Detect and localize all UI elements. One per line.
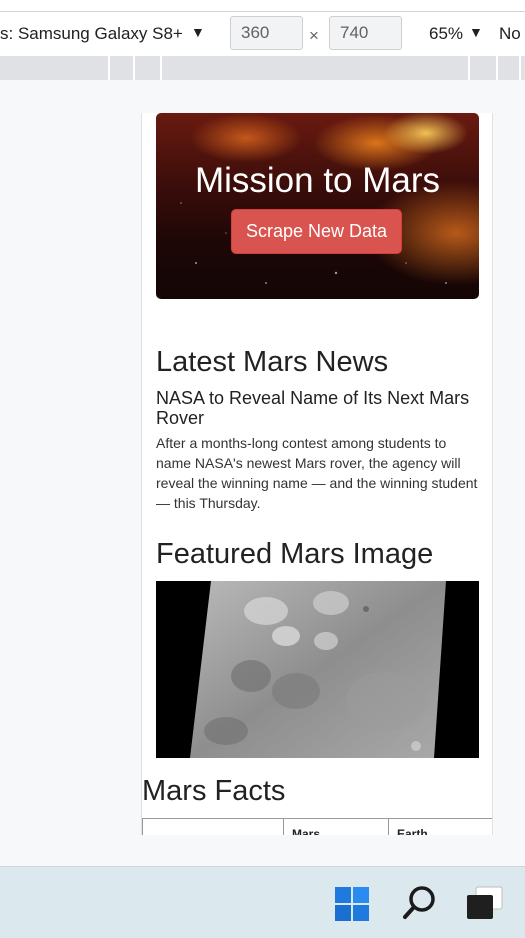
mars-facts-table: Mars Earth	[142, 818, 492, 835]
mobile-viewport: Mission to Mars Scrape New Data Latest M…	[141, 113, 493, 835]
device-selector[interactable]: s: Samsung Galaxy S8+	[0, 24, 183, 44]
facts-header-cell: Earth	[388, 818, 492, 835]
facts-header-cell	[142, 818, 284, 835]
featured-image-section-title: Featured Mars Image	[156, 538, 434, 570]
windows-start-icon[interactable]	[330, 881, 374, 925]
dropdown-caret-icon[interactable]: ▼	[469, 24, 483, 40]
task-view-icon[interactable]	[462, 881, 506, 925]
dropdown-caret-icon[interactable]: ▼	[191, 24, 205, 40]
featured-mars-image[interactable]	[156, 581, 479, 758]
news-section-title: Latest Mars News	[156, 346, 389, 378]
starfield-background	[180, 202, 447, 284]
facts-section-title: Mars Facts	[142, 775, 286, 807]
scrape-new-data-button[interactable]: Scrape New Data	[231, 209, 402, 254]
search-icon[interactable]	[397, 881, 441, 925]
media-query-ruler[interactable]	[0, 56, 525, 80]
news-headline: NASA to Reveal Name of Its Next Mars Rov…	[156, 388, 470, 428]
viewport-canvas: Mission to Mars Scrape New Data Latest M…	[0, 80, 525, 866]
viewport-width-input[interactable]	[230, 16, 303, 50]
news-paragraph: After a months-long contest among studen…	[156, 435, 478, 511]
page-title: Mission to Mars	[194, 161, 441, 200]
windows-taskbar	[0, 866, 525, 938]
zoom-selector[interactable]: 65%	[429, 24, 463, 44]
top-strip	[0, 0, 525, 12]
viewport-height-input[interactable]	[329, 16, 402, 50]
facts-header-cell: Mars	[283, 818, 389, 835]
throttling-selector[interactable]: No	[499, 24, 521, 44]
devtools-device-toolbar: s: Samsung Galaxy S8+ ▼ × 65% ▼ No	[0, 12, 525, 56]
hero-jumbotron: Mission to Mars Scrape New Data	[156, 113, 479, 299]
dimension-separator: ×	[309, 26, 319, 45]
